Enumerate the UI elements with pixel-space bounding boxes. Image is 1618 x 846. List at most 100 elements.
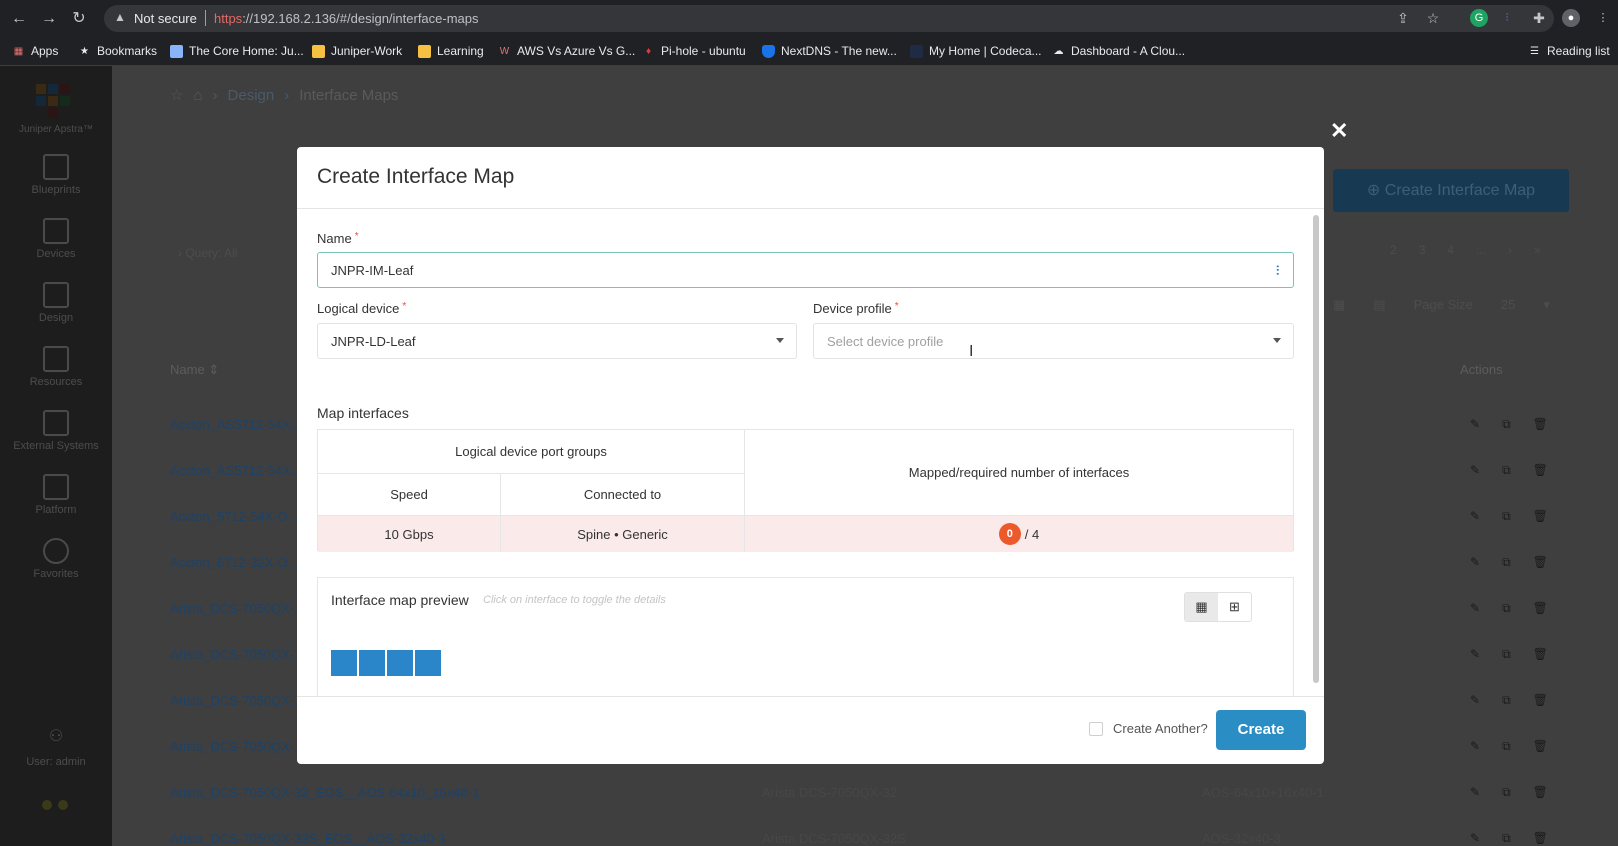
last-page-icon[interactable]: » [1534,243,1541,257]
edit-icon[interactable]: ✎ [1470,647,1480,662]
grammarly-icon[interactable]: G [1470,9,1488,27]
column-header-name[interactable]: Name ⇕ [170,362,219,378]
sidebar-item-resources[interactable]: Resources [0,346,112,402]
edit-icon[interactable]: ✎ [1470,601,1480,616]
interface-port[interactable] [415,650,441,676]
clone-icon[interactable]: ⧉ [1502,785,1511,800]
bookmark-dashboard[interactable]: ☁ Dashboard - A Clou... [1052,43,1186,59]
bookmark-pihole[interactable]: ♦ Pi-hole - ubuntu [642,43,746,59]
bookmark-apps[interactable]: ▦ Apps [12,43,59,59]
edit-icon[interactable]: ✎ [1470,417,1480,432]
page-link[interactable]: 2 [1390,243,1397,257]
delete-icon[interactable]: 🗑 [1533,417,1548,432]
bookmark-bookmarks[interactable]: ★ Bookmarks [78,43,157,59]
name-field[interactable] [317,252,1294,288]
clone-icon[interactable]: ⧉ [1502,509,1511,524]
create-another-checkbox[interactable] [1089,722,1103,736]
edit-icon[interactable]: ✎ [1470,693,1480,708]
query-filter[interactable]: › Query: All [178,246,237,260]
table-row[interactable]: Arista_DCS-7050QX-32S_EOS__AOS-32x40-3 [170,831,445,846]
menu-icon[interactable]: ⋮ [1594,9,1612,27]
delete-icon[interactable]: 🗑 [1533,693,1548,708]
page-size-value[interactable]: 25 [1501,297,1515,313]
table-row[interactable]: Arista_DCS-7050QX-32_EOS__AOS-64x10_16x4… [170,785,479,800]
bookmark-learning[interactable]: Learning [418,43,484,59]
page-link[interactable]: 3 [1419,243,1426,257]
sidebar-item-favorites[interactable]: Favorites [0,538,112,594]
bookmark-core-home[interactable]: The Core Home: Ju... [170,43,304,59]
pagination[interactable]: 2 3 4 ... › » [1390,243,1541,257]
share-icon[interactable]: ⇪ [1394,9,1412,27]
table-row[interactable]: Accton_AS5712-54X... [170,463,302,478]
table-view-icon[interactable]: ⊞ [1218,593,1251,621]
avatar[interactable]: ● [1562,9,1580,27]
delete-icon[interactable]: 🗑 [1533,647,1548,662]
grid-view-icon[interactable]: ▦ [1333,297,1345,313]
interface-port[interactable] [359,650,385,676]
page-size[interactable]: ▦ ▤ Page Size 25 ▾ [1333,297,1550,313]
clone-icon[interactable]: ⧉ [1502,739,1511,754]
close-icon[interactable]: ✕ [1330,118,1348,144]
extension-icon[interactable]: ⫶ [1498,9,1516,27]
next-page-icon[interactable]: › [1508,243,1512,257]
delete-icon[interactable]: 🗑 [1533,831,1548,846]
reload-icon[interactable]: ↻ [68,8,90,30]
delete-icon[interactable]: 🗑 [1533,509,1548,524]
delete-icon[interactable]: 🗑 [1533,555,1548,570]
interface-port[interactable] [331,650,357,676]
clone-icon[interactable]: ⧉ [1502,417,1511,432]
reading-list[interactable]: ☰ Reading list [1528,43,1610,59]
sidebar-item-design[interactable]: Design [0,282,112,338]
sidebar-item-devices[interactable]: Devices [0,218,112,274]
breadcrumb-design[interactable]: Design [228,87,275,104]
table-row[interactable]: Accton_6712-32X-O... [170,555,299,570]
grid-view-icon[interactable]: ▦ [1185,593,1218,621]
interface-port[interactable] [387,650,413,676]
table-row[interactable]: Arista_DCS-7050QX-... [170,647,305,662]
bookmark-aws[interactable]: W AWS Vs Azure Vs G... [498,43,636,59]
table-row[interactable]: Accton_AS5712-54X... [170,417,302,432]
star-icon[interactable]: ☆ [1424,9,1442,27]
page-link[interactable]: 4 [1447,243,1454,257]
url-text[interactable]: https://192.168.2.136/#/design/interface… [214,11,479,26]
clone-icon[interactable]: ⧉ [1502,831,1511,846]
bookmark-nextdns[interactable]: NextDNS - The new... [762,43,897,59]
table-row[interactable]: Arista_DCS-7050QX-... [170,601,305,616]
edit-icon[interactable]: ✎ [1470,555,1480,570]
delete-icon[interactable]: 🗑 [1533,463,1548,478]
logical-device-select[interactable]: JNPR-LD-Leaf [317,323,797,359]
puzzle-icon[interactable]: ✚ [1530,9,1548,27]
user-menu[interactable]: ⚇ User: admin [0,726,112,768]
password-manager-icon[interactable]: ⫶ [1276,263,1279,279]
sidebar-item-external-systems[interactable]: External Systems [0,410,112,466]
clone-icon[interactable]: ⧉ [1502,601,1511,616]
edit-icon[interactable]: ✎ [1470,831,1480,846]
sidebar-item-platform[interactable]: Platform [0,474,112,530]
table-row[interactable]: Accton_5712-54X-O... [170,509,299,524]
clone-icon[interactable]: ⧉ [1502,647,1511,662]
delete-icon[interactable]: 🗑 [1533,739,1548,754]
bookmark-codecademy[interactable]: My Home | Codeca... [910,43,1042,59]
forward-icon[interactable]: → [38,8,60,30]
clone-icon[interactable]: ⧉ [1502,555,1511,570]
edit-icon[interactable]: ✎ [1470,739,1480,754]
table-row[interactable]: Arista_DCS-7050QX-... [170,693,305,708]
clone-icon[interactable]: ⧉ [1502,463,1511,478]
delete-icon[interactable]: 🗑 [1533,785,1548,800]
table-view-icon[interactable]: ▤ [1373,297,1385,313]
create-another-label[interactable]: Create Another? [1113,721,1208,736]
edit-icon[interactable]: ✎ [1470,509,1480,524]
address-bar[interactable]: ▲ Not secure https://192.168.2.136/#/des… [104,5,1554,32]
edit-icon[interactable]: ✎ [1470,463,1480,478]
device-profile-select[interactable]: Select device profile [813,323,1294,359]
create-button[interactable]: Create [1216,710,1306,750]
delete-icon[interactable]: 🗑 [1533,601,1548,616]
table-row[interactable]: Arista_DCS-7050QX-... [170,739,305,754]
clone-icon[interactable]: ⧉ [1502,693,1511,708]
scrollbar[interactable] [1313,215,1319,683]
back-icon[interactable]: ← [8,8,30,30]
sidebar-item-blueprints[interactable]: Blueprints [0,154,112,210]
bookmark-juniper-work[interactable]: Juniper-Work [312,43,402,59]
edit-icon[interactable]: ✎ [1470,785,1480,800]
create-interface-map-button[interactable]: ⊕ Create Interface Map [1333,169,1569,212]
